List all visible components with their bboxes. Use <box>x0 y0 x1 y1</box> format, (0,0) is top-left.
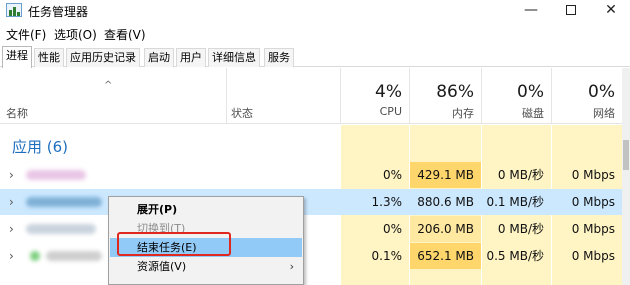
network-cell: 0 Mbps <box>571 249 615 263</box>
chevron-right-icon[interactable]: › <box>9 249 14 263</box>
app-icon-redacted <box>30 251 40 261</box>
submenu-arrow-icon: › <box>289 260 294 273</box>
tab-processes[interactable]: 进程 <box>2 46 32 68</box>
column-status[interactable]: 状态 <box>231 105 253 121</box>
tab-app-history[interactable]: 应用历史记录 <box>66 48 140 67</box>
app-name-redacted <box>26 170 86 180</box>
disk-label: 磁盘 <box>522 107 544 120</box>
tab-bar: 进程 性能 应用历史记录 启动 用户 详细信息 服务 <box>0 46 630 68</box>
disk-cell: 0.5 MB/秒 <box>486 249 544 263</box>
menu-bar: 文件(F) 选项(O) 查看(V) <box>0 24 630 44</box>
memory-cell: 429.1 MB <box>410 162 481 188</box>
tab-users[interactable]: 用户 <box>176 48 206 67</box>
resource-values-label: 资源值(V) <box>137 260 187 273</box>
chevron-right-icon[interactable]: › <box>9 195 14 209</box>
tab-services[interactable]: 服务 <box>264 48 294 67</box>
maximize-icon <box>566 5 576 15</box>
column-cpu[interactable]: 4% CPU <box>341 68 409 124</box>
menu-file[interactable]: 文件(F) <box>6 26 46 43</box>
tab-performance[interactable]: 性能 <box>34 48 64 67</box>
table-row-selected[interactable]: › 1.3% 880.6 MB 0.1 MB/秒 0 Mbps <box>0 189 622 215</box>
cpu-total: 4% <box>375 82 402 102</box>
app-name-redacted <box>26 197 102 207</box>
column-memory[interactable]: 86% 内存 <box>410 68 481 124</box>
chevron-right-icon[interactable]: › <box>9 222 14 236</box>
minimize-icon: — <box>524 2 538 18</box>
network-cell: 0 Mbps <box>571 168 615 182</box>
table-row[interactable]: › 0% 206.0 MB 0 MB/秒 0 Mbps <box>0 216 622 242</box>
annotation-highlight-box <box>117 232 231 256</box>
task-manager-icon <box>6 3 22 17</box>
cpu-cell: 1.3% <box>371 195 403 209</box>
window-title: 任务管理器 <box>28 5 89 19</box>
tab-startup[interactable]: 启动 <box>144 48 174 67</box>
disk-cell: 0 MB/秒 <box>497 168 544 182</box>
title-bar: 任务管理器 — ✕ <box>0 0 630 22</box>
column-disk[interactable]: 0% 磁盘 <box>482 68 551 124</box>
table-row[interactable]: › 0.1% 652.1 MB 0.5 MB/秒 0 Mbps <box>0 243 622 269</box>
memory-cell: 206.0 MB <box>410 216 481 242</box>
memory-total: 86% <box>436 82 474 102</box>
network-cell: 0 Mbps <box>571 222 615 236</box>
vertical-scrollbar[interactable] <box>622 68 630 285</box>
cpu-cell: 0% <box>382 168 402 182</box>
app-name-redacted <box>26 224 96 234</box>
menu-options[interactable]: 选项(O) <box>54 26 97 43</box>
tab-details[interactable]: 详细信息 <box>208 48 260 67</box>
app-name-redacted <box>46 251 102 261</box>
cpu-label: CPU <box>379 105 402 118</box>
close-icon: ✕ <box>605 2 617 18</box>
network-label: 网络 <box>593 107 615 120</box>
cpu-cell: 0% <box>382 222 402 236</box>
table-row[interactable]: › 0% 429.1 MB 0 MB/秒 0 Mbps <box>0 162 622 188</box>
chevron-right-icon[interactable]: › <box>9 168 14 182</box>
menu-item-expand[interactable]: 展开(P) <box>110 200 302 219</box>
disk-total: 0% <box>517 82 544 102</box>
network-total: 0% <box>588 82 615 102</box>
disk-cell: 0.1 MB/秒 <box>486 195 544 209</box>
process-list: 应用 (6) › 0% 429.1 MB 0 MB/秒 0 Mbps › 1.3… <box>0 125 622 285</box>
sort-up-icon: ^ <box>104 80 113 91</box>
disk-cell: 0 MB/秒 <box>497 222 544 236</box>
column-name[interactable]: 名称 <box>6 105 28 121</box>
menu-view[interactable]: 查看(V) <box>104 26 146 43</box>
column-network[interactable]: 0% 网络 <box>552 68 622 124</box>
network-cell: 0 Mbps <box>571 195 615 209</box>
menu-item-resource-values[interactable]: 资源值(V) › <box>110 257 302 276</box>
close-button[interactable]: ✕ <box>588 0 630 22</box>
column-header: ^ 名称 状态 4% CPU 86% 内存 0% 磁盘 0% 网络 <box>0 68 622 124</box>
scrollbar-thumb[interactable] <box>623 140 629 170</box>
memory-cell: 880.6 MB <box>417 195 474 209</box>
group-apps-title[interactable]: 应用 (6) <box>12 136 68 157</box>
cpu-cell: 0.1% <box>371 249 403 263</box>
memory-cell: 652.1 MB <box>410 243 481 269</box>
memory-label: 内存 <box>452 107 474 120</box>
